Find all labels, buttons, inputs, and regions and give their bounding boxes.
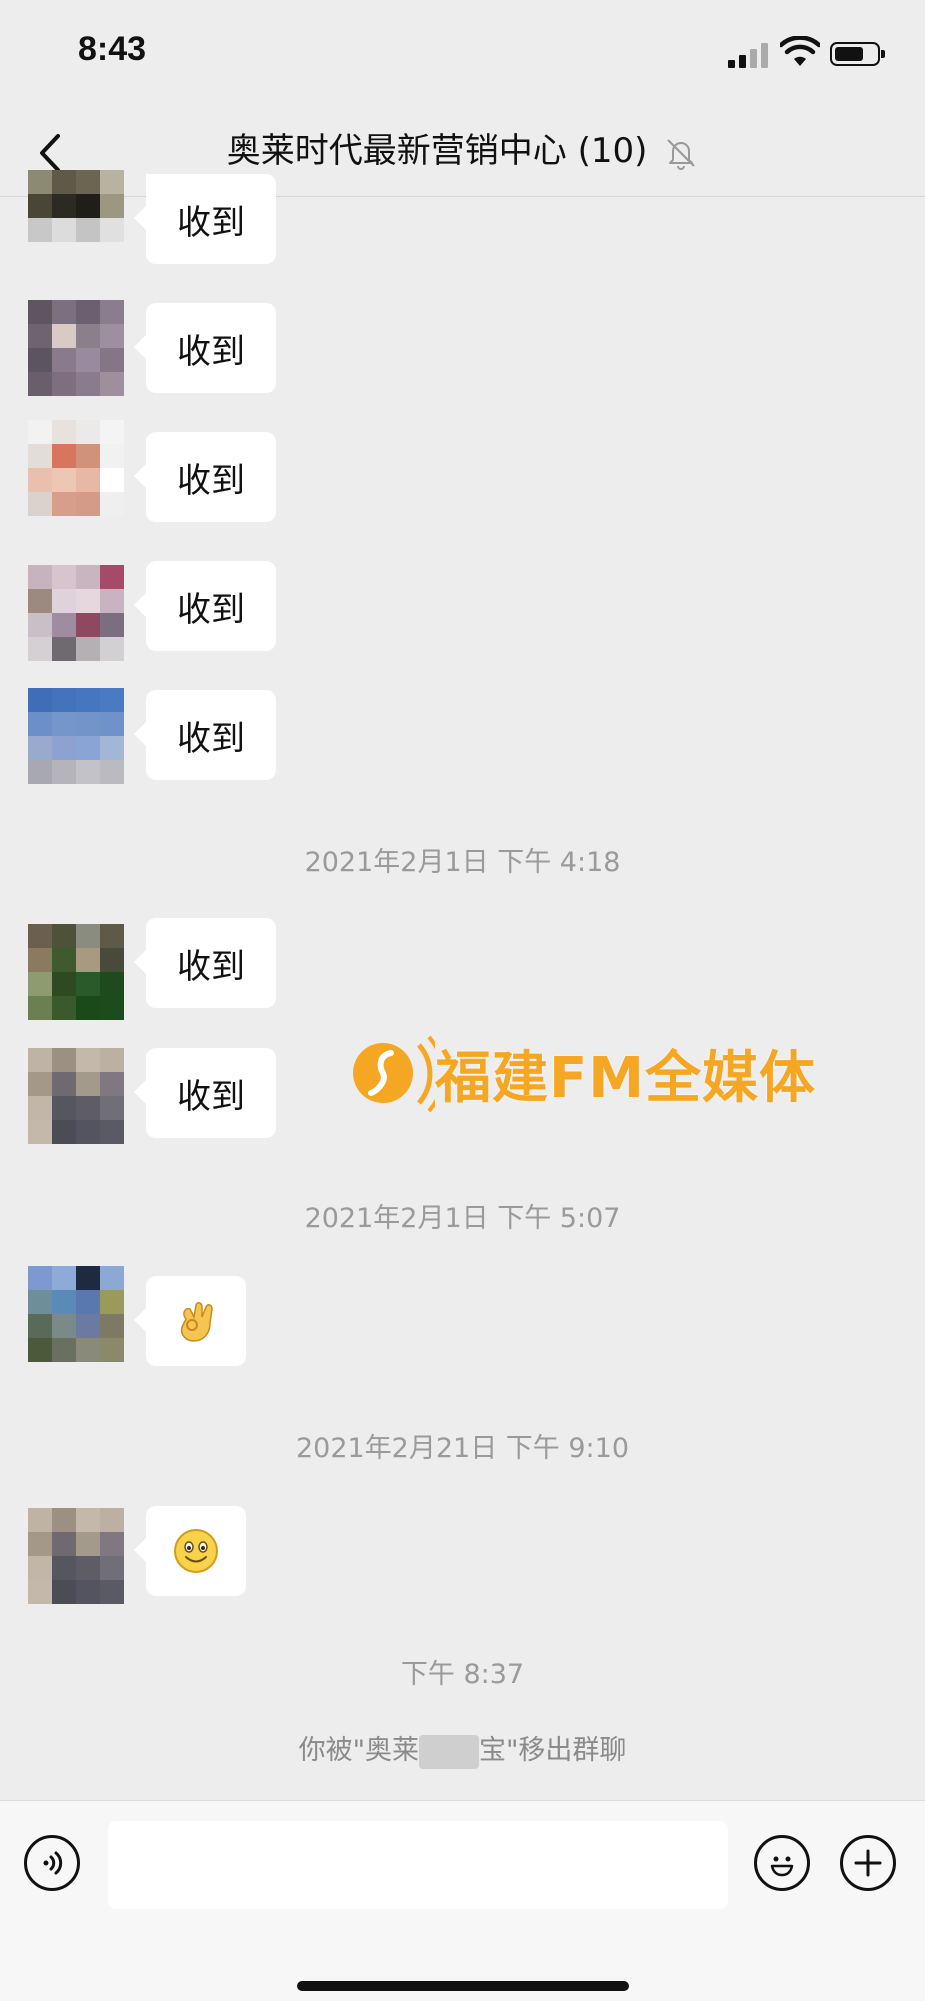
avatar[interactable] — [28, 420, 124, 516]
system-message-suffix: 宝"移出群聊 — [479, 1735, 627, 1766]
avatar[interactable] — [28, 170, 124, 274]
message-bubble[interactable]: 收到 — [134, 174, 276, 264]
avatar[interactable] — [28, 1048, 124, 1144]
avatar[interactable] — [28, 924, 124, 1020]
input-bar — [0, 1800, 925, 2001]
message-bubble[interactable]: 收到 — [134, 1048, 276, 1138]
redacted-name — [419, 1734, 479, 1769]
avatar[interactable] — [28, 1266, 124, 1362]
message-bubble[interactable]: 收到 — [134, 561, 276, 651]
message-bubble[interactable]: 收到 — [134, 303, 276, 393]
system-message-prefix: 你被"奥莱 — [298, 1735, 419, 1766]
message-bubble[interactable]: 收到 — [134, 918, 276, 1008]
timestamp: 2021年2月21日 下午 9:10 — [295, 1433, 630, 1464]
battery-icon — [830, 42, 885, 66]
chat-title-row: 奥莱时代最新营销中心 (10) — [0, 126, 925, 176]
message-bubble[interactable]: 收到 — [134, 690, 276, 780]
avatar[interactable] — [28, 688, 124, 784]
timestamp: 2021年2月1日 下午 5:07 — [304, 1203, 621, 1234]
timestamp: 2021年2月1日 下午 4:18 — [304, 847, 621, 878]
emoji-icon — [770, 1856, 794, 1877]
emoji-button[interactable] — [754, 1835, 810, 1891]
system-message: 你被"奥莱 宝"移出群聊 — [0, 1728, 925, 1769]
plus-button[interactable] — [840, 1835, 896, 1891]
voice-icon — [43, 1851, 63, 1875]
plus-icon — [854, 1849, 882, 1877]
message-input[interactable] — [108, 1821, 728, 1909]
wifi-icon — [780, 36, 820, 66]
smile-emoji-icon — [174, 1529, 218, 1573]
watermark-text: 福建FM全媒体 — [435, 1046, 816, 1111]
ok-hand-emoji-icon — [180, 1302, 213, 1342]
avatar[interactable] — [28, 300, 124, 396]
status-time: 8:43 — [78, 30, 147, 68]
avatar[interactable] — [28, 1508, 124, 1604]
signal-icon — [728, 42, 770, 68]
watermark: 福建FM全媒体 — [335, 1015, 825, 1135]
mute-bell-icon — [667, 138, 695, 170]
watermark-logo-icon — [353, 1035, 435, 1113]
sticker-bubble[interactable] — [134, 1276, 246, 1366]
chat-title: 奥莱时代最新营销中心 (10) — [226, 131, 648, 171]
message-bubble[interactable]: 收到 — [134, 432, 276, 522]
avatar[interactable] — [28, 565, 124, 661]
sticker-bubble[interactable] — [134, 1506, 246, 1596]
home-indicator — [297, 1981, 629, 1991]
status-bar: 8:43 — [0, 0, 925, 110]
voice-button[interactable] — [24, 1835, 80, 1891]
chat-header: 奥莱时代最新营销中心 (10) — [0, 110, 925, 197]
timestamp: 下午 8:37 — [400, 1659, 525, 1690]
